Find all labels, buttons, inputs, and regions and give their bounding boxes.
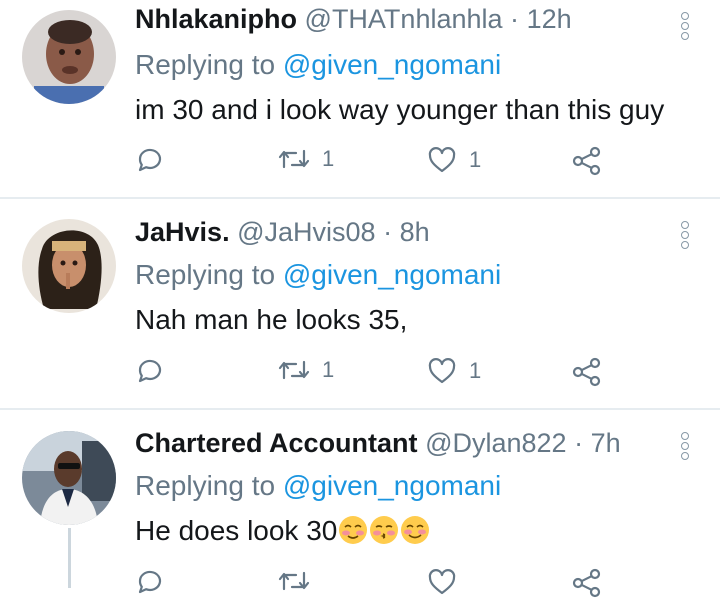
reply-button[interactable] xyxy=(136,146,164,174)
timestamp[interactable]: 12h xyxy=(527,4,572,34)
retweet-button[interactable] xyxy=(278,568,310,594)
user-handle[interactable]: @THATnhlanhla xyxy=(305,4,503,34)
display-name[interactable]: JaHvis. xyxy=(135,217,230,247)
user-handle[interactable]: @Dylan822 xyxy=(425,428,567,458)
replying-to: Replying to @given_ngomani xyxy=(135,48,501,82)
separator-dot: · xyxy=(510,4,520,34)
heart-icon xyxy=(428,358,456,384)
more-options-icon[interactable] xyxy=(677,12,693,44)
avatar[interactable] xyxy=(22,10,116,104)
heart-icon xyxy=(428,147,456,173)
like-count: 1 xyxy=(469,358,482,383)
retweet-icon xyxy=(278,149,310,169)
more-options-icon[interactable] xyxy=(677,221,693,253)
user-handle[interactable]: @JaHvis08 xyxy=(237,217,375,247)
avatar[interactable] xyxy=(22,431,116,525)
timestamp[interactable]: 8h xyxy=(400,217,430,247)
action-bar: 1 1 xyxy=(0,146,720,182)
mention-link[interactable]: @given_ngomani xyxy=(283,259,501,290)
share-button[interactable] xyxy=(572,357,602,387)
reply-button[interactable] xyxy=(136,357,164,385)
kissing-face-icon xyxy=(370,516,399,544)
display-name[interactable]: Nhlakanipho xyxy=(135,4,297,34)
separator-dot: · xyxy=(574,428,584,458)
replying-label: Replying to xyxy=(135,470,276,501)
share-button[interactable] xyxy=(572,568,602,598)
retweet-count: 1 xyxy=(322,146,335,171)
blushing-face-icon xyxy=(401,516,430,544)
like-button[interactable] xyxy=(427,568,457,596)
mention-link[interactable]: @given_ngomani xyxy=(283,49,501,80)
retweet-icon xyxy=(278,360,310,380)
display-name[interactable]: Chartered Accountant xyxy=(135,428,418,458)
retweet-button[interactable]: 1 xyxy=(278,357,334,383)
replying-label: Replying to xyxy=(135,49,276,80)
share-icon xyxy=(572,568,601,598)
share-icon xyxy=(572,357,601,387)
tweet-text: He does look 30 xyxy=(135,514,430,548)
tweet-text: Nah man he looks 35, xyxy=(135,304,408,335)
heart-icon xyxy=(428,569,456,595)
like-count: 1 xyxy=(469,147,482,172)
action-bar xyxy=(0,568,720,604)
reply-icon xyxy=(138,359,162,383)
like-button[interactable]: 1 xyxy=(427,146,481,174)
reply-button[interactable] xyxy=(136,568,164,596)
retweet-button[interactable]: 1 xyxy=(278,146,334,172)
reply-icon xyxy=(138,148,162,172)
replying-to: Replying to @given_ngomani xyxy=(135,469,501,503)
retweet-icon xyxy=(278,571,310,591)
retweet-count: 1 xyxy=(322,357,335,382)
divider xyxy=(0,408,720,410)
like-button[interactable]: 1 xyxy=(427,357,481,385)
smiling-face-with-blush-icon xyxy=(339,516,368,544)
avatar[interactable] xyxy=(22,219,116,313)
replying-to: Replying to @given_ngomani xyxy=(135,258,501,292)
replying-label: Replying to xyxy=(135,259,276,290)
mention-link[interactable]: @given_ngomani xyxy=(283,470,501,501)
divider xyxy=(0,197,720,199)
tweet-text-content: He does look 30 xyxy=(135,515,338,546)
more-options-icon[interactable] xyxy=(677,432,693,464)
separator-dot: · xyxy=(383,217,393,247)
action-bar: 1 1 xyxy=(0,357,720,393)
tweet-text: im 30 and i look way younger than this g… xyxy=(135,94,665,125)
share-icon xyxy=(572,146,601,176)
timestamp[interactable]: 7h xyxy=(591,428,621,458)
reply-icon xyxy=(138,570,162,594)
share-button[interactable] xyxy=(572,146,602,176)
